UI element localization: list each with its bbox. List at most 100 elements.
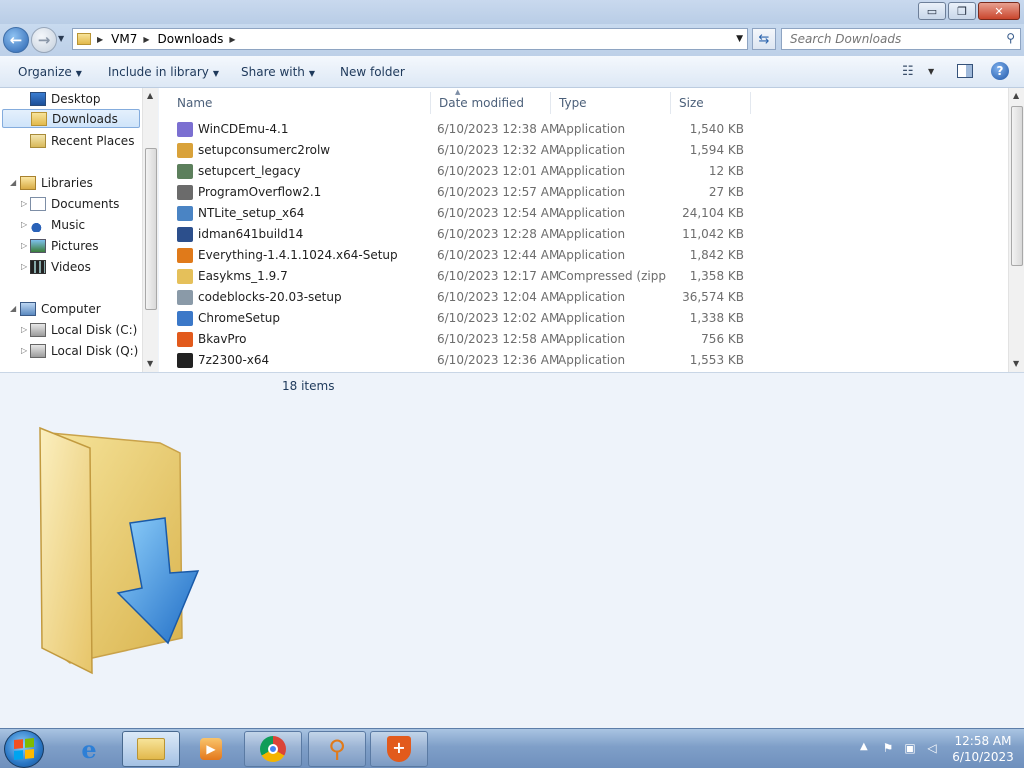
- downloads-folder-icon: [31, 111, 47, 126]
- file-row[interactable]: WinCDEmu-4.1 6/10/2023 12:38 AM Applicatio…: [175, 119, 755, 140]
- file-type: Application: [558, 122, 626, 136]
- window-icon: [177, 311, 193, 326]
- include-in-library-button[interactable]: Include in library ▼: [108, 65, 219, 79]
- nav-item-label: Desktop: [51, 91, 101, 106]
- maximize-button[interactable]: ❐: [948, 2, 976, 20]
- nav-item-downloads[interactable]: Downloads: [2, 109, 140, 128]
- file-type: Application: [558, 248, 626, 262]
- column-header-date[interactable]: Date modified: [431, 92, 551, 114]
- expand-arrow-icon[interactable]: ▷: [21, 346, 27, 355]
- breadcrumb-vm7[interactable]: VM7: [111, 32, 137, 46]
- organize-button[interactable]: Organize ▼: [18, 65, 82, 79]
- action-center-icon[interactable]: ⚑: [880, 741, 896, 755]
- preview-pane-button[interactable]: [957, 64, 973, 78]
- file-row[interactable]: Everything-1.4.1.1024.x64-Setup 6/10/2023…: [175, 245, 755, 266]
- collapse-arrow-icon[interactable]: ◢: [10, 178, 16, 187]
- forward-button[interactable]: →: [31, 27, 57, 53]
- search-icon[interactable]: ⚲: [1006, 31, 1015, 45]
- search-box[interactable]: ⚲: [781, 28, 1021, 50]
- chevron-right-icon[interactable]: ▶: [143, 35, 149, 44]
- scroll-thumb[interactable]: [145, 148, 157, 310]
- nav-item-label: Videos: [51, 259, 91, 274]
- scroll-down-icon[interactable]: ▼: [147, 359, 153, 368]
- file-row[interactable]: NTLite_setup_x64 6/10/2023 12:54 AM Applic…: [175, 203, 755, 224]
- collapse-arrow-icon[interactable]: ◢: [10, 304, 16, 313]
- nav-item-videos[interactable]: Videos: [30, 257, 91, 276]
- refresh-button[interactable]: ⇆: [752, 28, 776, 50]
- back-button[interactable]: ←: [3, 27, 29, 53]
- file-row[interactable]: idman641build14 6/10/2023 12:28 AM Applica…: [175, 224, 755, 245]
- nav-item-recent-places[interactable]: Recent Places: [30, 131, 134, 150]
- documents-icon: [30, 196, 46, 211]
- nav-item-libraries[interactable]: Libraries: [20, 173, 93, 192]
- minimize-button[interactable]: ▭: [918, 2, 946, 20]
- network-icon[interactable]: ▣: [902, 741, 918, 755]
- taskbar-internet-explorer[interactable]: e: [60, 731, 118, 767]
- file-type: Application: [558, 290, 626, 304]
- chevron-right-icon[interactable]: ▶: [229, 35, 235, 44]
- file-size: 1,842 KB: [689, 248, 744, 262]
- chevron-down-icon[interactable]: ▼: [736, 34, 743, 44]
- file-row[interactable]: Easykms_1.9.7 6/10/2023 12:17 AM Compresse…: [175, 266, 755, 287]
- nav-item-local-disk-q[interactable]: Local Disk (Q:): [30, 341, 138, 360]
- scroll-up-icon[interactable]: ▲: [1013, 91, 1019, 100]
- expand-arrow-icon[interactable]: ▷: [21, 325, 27, 334]
- nav-item-pictures[interactable]: Pictures: [30, 236, 99, 255]
- gear-icon: [177, 185, 193, 200]
- scroll-thumb[interactable]: [1011, 106, 1023, 266]
- change-view-icon[interactable]: ☷: [902, 64, 914, 79]
- expand-arrow-icon[interactable]: ▷: [21, 199, 27, 208]
- column-header-size[interactable]: Size: [671, 92, 751, 114]
- share-with-button[interactable]: Share with ▼: [241, 65, 315, 79]
- nav-item-label: Libraries: [41, 175, 93, 190]
- clock[interactable]: 12:58 AM 6/10/2023: [950, 733, 1016, 765]
- close-button[interactable]: ✕: [978, 2, 1020, 20]
- search-input[interactable]: [790, 32, 990, 46]
- file-scrollbar[interactable]: ▲ ▼: [1008, 88, 1024, 372]
- recent-pages-dropdown[interactable]: ▼: [58, 34, 64, 43]
- file-type: Compressed (zipp...: [558, 269, 666, 283]
- chevron-down-icon: ▼: [212, 69, 220, 78]
- chevron-down-icon[interactable]: ▼: [928, 67, 934, 76]
- file-date-modified: 6/10/2023 12:04 AM: [437, 290, 560, 304]
- address-row: ← → ▼ ▶ VM7 ▶ Downloads ▶ ▼ ⇆ ⚲: [0, 24, 1024, 56]
- breadcrumb-downloads[interactable]: Downloads: [158, 32, 224, 46]
- videos-icon: [30, 259, 46, 274]
- expand-arrow-icon[interactable]: ▷: [21, 220, 27, 229]
- expand-arrow-icon[interactable]: ▷: [21, 262, 27, 271]
- help-button[interactable]: ?: [991, 62, 1009, 80]
- address-bar[interactable]: ▶ VM7 ▶ Downloads ▶ ▼: [72, 28, 748, 50]
- chevron-right-icon[interactable]: ▶: [97, 35, 103, 44]
- taskbar-chrome[interactable]: [244, 731, 302, 767]
- file-row[interactable]: 7z2300-x64 6/10/2023 12:36 AM Application 1…: [175, 350, 755, 371]
- expand-arrow-icon[interactable]: ▷: [21, 241, 27, 250]
- nav-scrollbar[interactable]: ▲ ▼: [142, 88, 158, 372]
- magnifier-icon: [177, 248, 193, 263]
- file-size: 756 KB: [701, 332, 744, 346]
- file-row[interactable]: ProgramOverflow2.1 6/10/2023 12:57 AM Appl…: [175, 182, 755, 203]
- nav-item-desktop[interactable]: Desktop: [30, 89, 101, 108]
- nav-item-computer[interactable]: Computer: [20, 299, 101, 318]
- file-row[interactable]: codeblocks-20.03-setup 6/10/2023 12:04 AM…: [175, 287, 755, 308]
- taskbar-media-player[interactable]: ▶: [182, 731, 240, 767]
- file-row[interactable]: ChromeSetup 6/10/2023 12:02 AM Application…: [175, 308, 755, 329]
- taskbar-windows-explorer[interactable]: [122, 731, 180, 767]
- column-header-name[interactable]: Name: [169, 92, 431, 114]
- file-name: setupcert_legacy: [198, 164, 301, 178]
- nav-item-documents[interactable]: Documents: [30, 194, 119, 213]
- column-header-type[interactable]: Type: [551, 92, 671, 114]
- file-row[interactable]: setupconsumerc2rolw 6/10/2023 12:32 AM App…: [175, 140, 755, 161]
- file-row[interactable]: setupcert_legacy 6/10/2023 12:01 AM Applic…: [175, 161, 755, 182]
- start-button[interactable]: [4, 730, 44, 768]
- show-hidden-icons-icon[interactable]: ▲: [860, 741, 868, 752]
- taskbar-bkav[interactable]: +: [370, 731, 428, 767]
- volume-muted-icon[interactable]: ◁: [924, 741, 940, 755]
- scroll-down-icon[interactable]: ▼: [1013, 359, 1019, 368]
- scroll-up-icon[interactable]: ▲: [147, 91, 153, 100]
- new-folder-button[interactable]: New folder: [340, 65, 405, 79]
- taskbar-everything[interactable]: ⚲: [308, 731, 366, 767]
- file-size: 1,594 KB: [689, 143, 744, 157]
- nav-item-local-disk-c[interactable]: Local Disk (C:): [30, 320, 137, 339]
- file-row[interactable]: BkavPro 6/10/2023 12:58 AM Application 756 …: [175, 329, 755, 350]
- nav-item-music[interactable]: Music: [30, 215, 85, 234]
